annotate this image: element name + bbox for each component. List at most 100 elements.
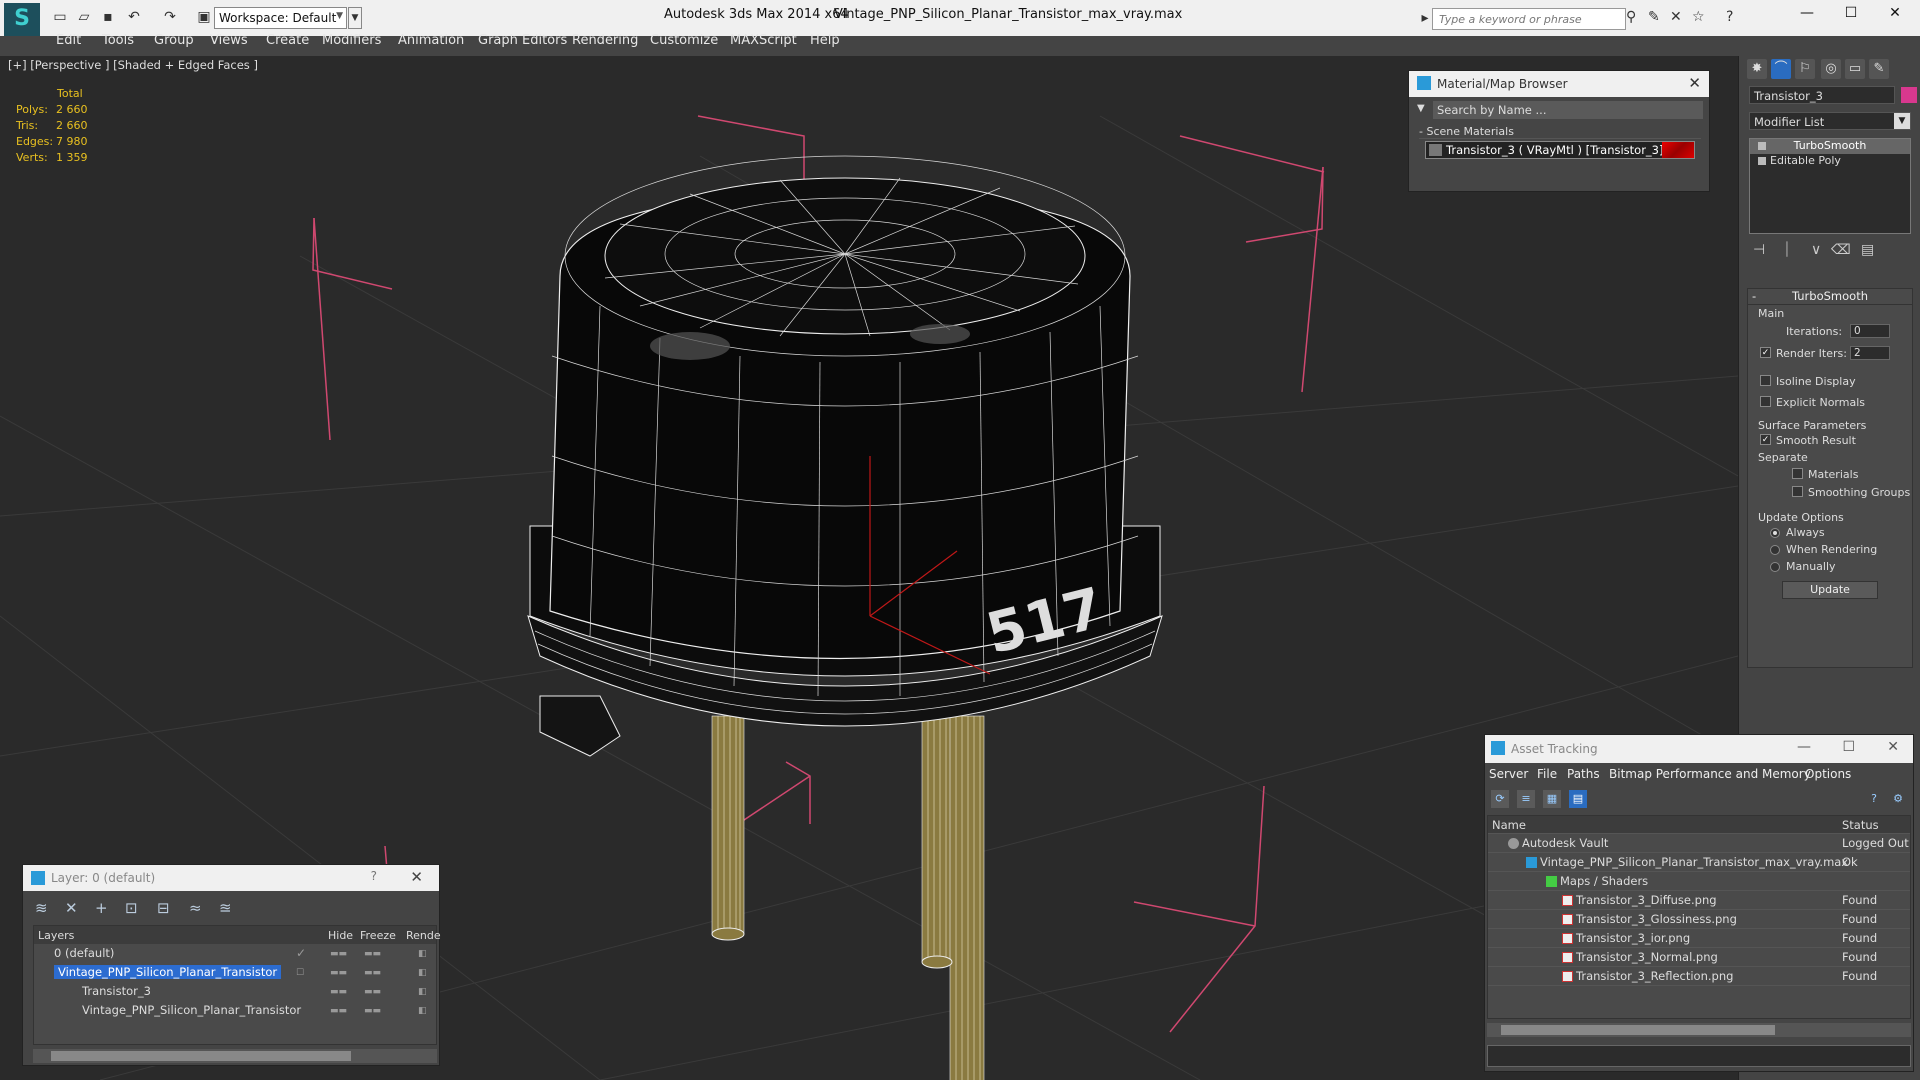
- save-icon[interactable]: ▪: [98, 8, 118, 26]
- menu-bitmap-performance[interactable]: Bitmap Performance and Memory: [1609, 767, 1811, 781]
- menu-help[interactable]: Help: [810, 33, 840, 48]
- menu-modifiers[interactable]: Modifiers: [322, 33, 381, 48]
- object-color-swatch[interactable]: [1901, 87, 1917, 103]
- iterations-spinner[interactable]: 0: [1850, 324, 1890, 338]
- settings-icon[interactable]: ⚙: [1889, 790, 1907, 808]
- asset-path-field[interactable]: [1487, 1045, 1911, 1067]
- configure-sets-icon[interactable]: ▤: [1861, 242, 1874, 258]
- render-iters-checkbox[interactable]: ✓: [1760, 347, 1771, 358]
- scrollbar-thumb[interactable]: [51, 1051, 351, 1061]
- scene-materials-section[interactable]: - Scene Materials: [1419, 125, 1701, 139]
- asset-row[interactable]: Vintage_PNP_Silicon_Planar_Transistor_ma…: [1488, 853, 1910, 872]
- hide-all-icon[interactable]: ≈: [189, 899, 202, 917]
- smooth-result-checkbox[interactable]: ✓: [1760, 434, 1771, 445]
- menu-tools[interactable]: Tools: [102, 33, 134, 48]
- delete-layer-icon[interactable]: ✕: [65, 899, 78, 917]
- app-logo-icon[interactable]: S: [4, 3, 40, 37]
- menu-group[interactable]: Group: [154, 33, 194, 48]
- close-icon[interactable]: ✕: [410, 868, 423, 886]
- display-tab-icon[interactable]: ▭: [1845, 59, 1865, 79]
- binoculars-icon[interactable]: ⚲: [1626, 9, 1636, 25]
- project-icon[interactable]: ▣: [194, 8, 214, 26]
- materials-checkbox[interactable]: [1792, 468, 1803, 479]
- layer-row[interactable]: 0 (default) ✓ ▬▬ ▬▬ ◧: [34, 944, 436, 963]
- asset-row[interactable]: Transistor_3_Diffuse.png Found: [1488, 891, 1910, 910]
- stack-item-editable-poly[interactable]: Editable Poly: [1750, 154, 1910, 169]
- menu-rendering[interactable]: Rendering: [572, 33, 638, 48]
- workspace-dropdown[interactable]: Workspace: Default ▼: [214, 7, 347, 29]
- menu-server[interactable]: Server: [1489, 767, 1528, 781]
- modifier-list-dropdown[interactable]: Modifier List ▼: [1749, 112, 1911, 130]
- asset-row[interactable]: Maps / Shaders: [1488, 872, 1910, 891]
- close-icon[interactable]: ✕: [1887, 739, 1899, 755]
- viewport-label[interactable]: [+] [Perspective ] [Shaded + Edged Faces…: [8, 58, 258, 72]
- refresh-icon[interactable]: ⟳: [1491, 790, 1509, 808]
- help-icon[interactable]: ?: [371, 869, 377, 883]
- highlight-layer-icon[interactable]: ⊟: [157, 899, 170, 917]
- close-icon[interactable]: ✕: [1880, 5, 1910, 25]
- layer-row[interactable]: Vintage_PNP_Silicon_Planar_Transistor ☐ ▬▬…: [34, 963, 436, 982]
- menu-paths[interactable]: Paths: [1567, 767, 1600, 781]
- new-file-icon[interactable]: ▭: [50, 8, 70, 26]
- open-file-icon[interactable]: ▱: [74, 8, 94, 26]
- pin-stack-icon[interactable]: ⊣: [1753, 242, 1765, 258]
- layer-row[interactable]: Vintage_PNP_Silicon_Planar_Transistor ▬▬ ▬…: [34, 1001, 436, 1020]
- filter-icon[interactable]: ▼: [1417, 103, 1425, 114]
- workspace-more-icon[interactable]: ▼: [348, 7, 362, 29]
- asset-row[interactable]: Transistor_3_Normal.png Found: [1488, 948, 1910, 967]
- maximize-icon[interactable]: ☐: [1842, 739, 1855, 755]
- col-freeze[interactable]: Freeze: [360, 929, 396, 942]
- search-input[interactable]: Type a keyword or phrase: [1432, 8, 1626, 30]
- layer-manager-header[interactable]: Layer: 0 (default) ? ✕: [23, 865, 439, 891]
- make-unique-icon[interactable]: ∨: [1811, 242, 1821, 258]
- col-name[interactable]: Name: [1492, 818, 1526, 832]
- material-item[interactable]: Transistor_3 ( VRayMtl ) [Transistor_3]: [1425, 141, 1695, 159]
- minimize-icon[interactable]: —: [1797, 739, 1811, 755]
- menu-edit[interactable]: Edit: [56, 33, 81, 48]
- object-name-field[interactable]: Transistor_3: [1749, 86, 1895, 104]
- when-rendering-radio[interactable]: [1770, 545, 1780, 555]
- menu-graph-editors[interactable]: Graph Editors: [478, 33, 567, 48]
- material-search-input[interactable]: Search by Name ...: [1433, 101, 1703, 119]
- bulb-icon[interactable]: [1758, 142, 1766, 150]
- asset-scrollbar[interactable]: [1487, 1023, 1911, 1037]
- redo-icon[interactable]: ↷: [160, 8, 180, 26]
- help-icon[interactable]: ?: [1865, 790, 1883, 808]
- turbosmooth-rollout-header[interactable]: - TurboSmooth: [1748, 289, 1912, 305]
- utilities-tab-icon[interactable]: ✎: [1869, 59, 1889, 79]
- search-expand-icon[interactable]: ▸: [1420, 9, 1430, 27]
- undo-icon[interactable]: ↶: [124, 8, 144, 26]
- asset-row[interactable]: Transistor_3_Reflection.png Found: [1488, 967, 1910, 986]
- freeze-all-icon[interactable]: ≊: [219, 899, 232, 917]
- menu-create[interactable]: Create: [266, 33, 309, 48]
- remove-modifier-icon[interactable]: ⌫: [1831, 242, 1851, 258]
- hierarchy-tab-icon[interactable]: ⚐: [1795, 59, 1815, 79]
- modifier-stack[interactable]: TurboSmooth Editable Poly: [1749, 138, 1911, 234]
- menu-animation[interactable]: Animation: [398, 33, 464, 48]
- help-icon[interactable]: ?: [1726, 9, 1733, 25]
- col-hide[interactable]: Hide: [328, 929, 353, 942]
- create-layer-icon[interactable]: ≋: [35, 899, 48, 917]
- menu-customize[interactable]: Customize: [650, 33, 718, 48]
- asset-row[interactable]: Transistor_3_ior.png Found: [1488, 929, 1910, 948]
- close-icon[interactable]: ✕: [1688, 74, 1701, 92]
- explicit-normals-checkbox[interactable]: [1760, 396, 1771, 407]
- modify-tab-icon[interactable]: ⌒: [1771, 59, 1791, 79]
- maximize-icon[interactable]: ☐: [1836, 5, 1866, 25]
- thumbnail-view-icon[interactable]: ▦: [1543, 790, 1561, 808]
- smoothing-groups-checkbox[interactable]: [1792, 486, 1803, 497]
- motion-tab-icon[interactable]: ◎: [1821, 59, 1841, 79]
- menu-options[interactable]: Options: [1805, 767, 1851, 781]
- col-render[interactable]: Rende: [406, 929, 441, 942]
- render-iters-spinner[interactable]: 2: [1850, 346, 1890, 360]
- favorites-icon[interactable]: ☆: [1692, 9, 1705, 25]
- layer-scrollbar[interactable]: [33, 1049, 437, 1063]
- col-layers[interactable]: Layers: [38, 929, 74, 942]
- scrollbar-thumb[interactable]: [1501, 1025, 1775, 1035]
- show-end-result-icon[interactable]: ⏐: [1783, 242, 1791, 258]
- asset-row[interactable]: Transistor_3_Glossiness.png Found: [1488, 910, 1910, 929]
- table-view-icon[interactable]: ▤: [1569, 790, 1587, 808]
- expand-icon[interactable]: [1758, 157, 1766, 165]
- add-to-layer-icon[interactable]: +: [95, 899, 108, 917]
- material-browser-header[interactable]: Material/Map Browser ✕: [1409, 71, 1709, 97]
